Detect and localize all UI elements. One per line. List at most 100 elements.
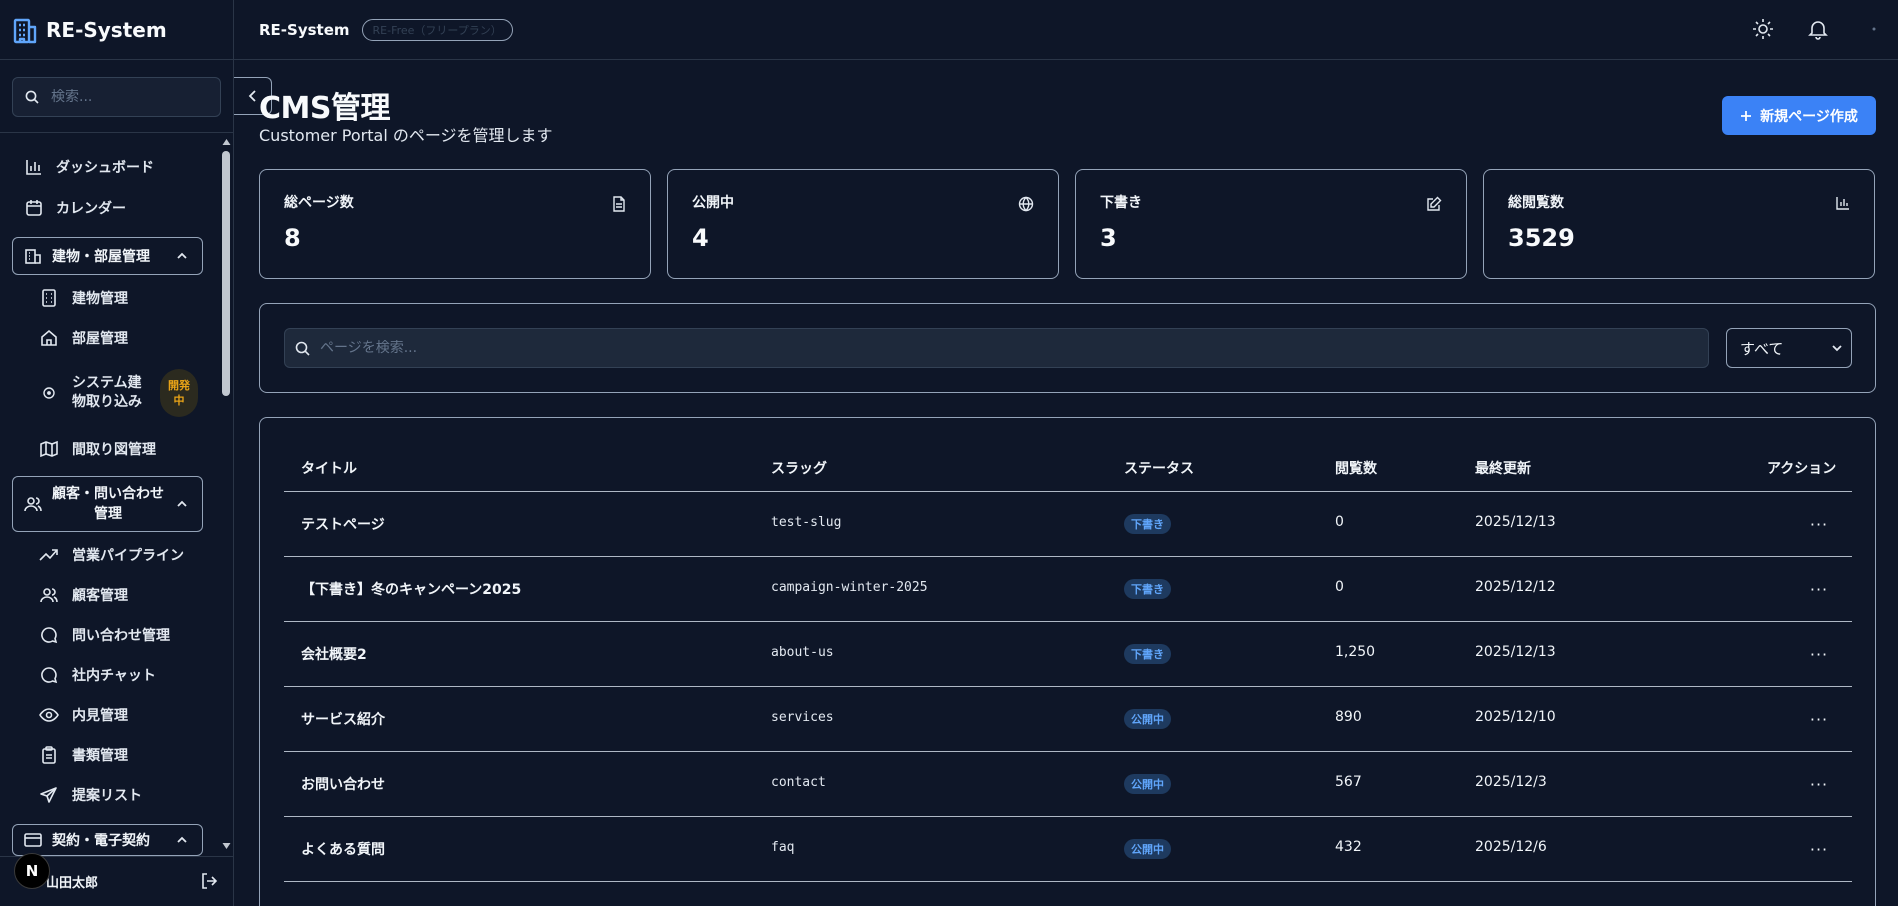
page-search[interactable] (284, 328, 1709, 368)
nav-label: 内見管理 (72, 708, 128, 724)
page-search-input[interactable] (320, 340, 1220, 356)
row-divider (284, 816, 1852, 817)
column-header-updated[interactable]: 最終更新 (1475, 458, 1531, 478)
nav-item-floorplan[interactable]: 間取り図管理 (12, 439, 207, 459)
header-divider (284, 491, 1852, 492)
logout-icon[interactable] (200, 872, 218, 890)
building-logo-icon (12, 15, 40, 45)
trending-up-icon (38, 548, 60, 562)
row-updated: 2025/12/3 (1475, 774, 1547, 790)
row-title[interactable]: お問い合わせ (301, 774, 385, 794)
nav-label: ダッシュボード (56, 160, 154, 176)
nav-group-contract[interactable]: 契約・電子契約 (12, 824, 203, 856)
status-badge: 公開中 (1124, 774, 1171, 794)
row-title[interactable]: テストページ (301, 514, 385, 534)
chevron-up-icon (176, 836, 188, 844)
nav-group-customer[interactable]: 顧客・問い合わせ 管理 (12, 476, 203, 532)
row-action-menu[interactable]: ··· (1807, 644, 1831, 664)
nav-item-system-import[interactable]: システム建 物取り込み 開発中 (12, 366, 207, 420)
sun-icon[interactable] (1752, 18, 1774, 40)
row-action-menu[interactable]: ··· (1807, 774, 1831, 794)
row-divider (284, 881, 1852, 882)
row-title[interactable]: 会社概要2 (301, 644, 367, 664)
row-views: 0 (1335, 514, 1344, 530)
sidebar-scrollbar[interactable] (219, 134, 234, 854)
row-action-menu[interactable]: ··· (1807, 514, 1831, 534)
stat-value: 4 (692, 224, 709, 252)
nav-label: 間取り図管理 (72, 442, 156, 458)
nav-item-calendar[interactable]: カレンダー (12, 198, 207, 218)
search-icon (295, 341, 310, 356)
row-divider (284, 556, 1852, 557)
globe-icon (1018, 196, 1034, 212)
stat-value: 3 (1100, 224, 1117, 252)
new-page-button[interactable]: 新規ページ作成 (1722, 96, 1876, 135)
row-divider (284, 686, 1852, 687)
nav-label-line1: システム建 (72, 375, 142, 391)
scrollbar-thumb[interactable] (222, 151, 230, 396)
nav-label: 書類管理 (72, 748, 128, 764)
bell-icon[interactable] (1807, 18, 1829, 40)
nav-group-building[interactable]: 建物・部屋管理 (12, 237, 203, 275)
nav-label: システム建 物取り込み (72, 374, 148, 412)
nav-item-pipeline[interactable]: 営業パイプライン (12, 545, 207, 565)
nav-item-room[interactable]: 部屋管理 (12, 328, 207, 348)
row-action-menu[interactable]: ··· (1807, 839, 1831, 859)
row-title[interactable]: サービス紹介 (301, 709, 385, 729)
nav-item-building[interactable]: 建物管理 (12, 288, 207, 308)
status-badge: 公開中 (1124, 839, 1171, 859)
row-updated: 2025/12/13 (1475, 514, 1556, 530)
row-title[interactable]: よくある質問 (301, 839, 385, 859)
calendar-icon (23, 199, 45, 217)
file-text-icon (612, 196, 626, 212)
nav-group-label: 建物・部屋管理 (52, 249, 150, 265)
row-updated: 2025/12/10 (1475, 709, 1556, 725)
row-title[interactable]: 【下書き】冬のキャンペーン2025 (301, 579, 521, 599)
nav-item-dashboard[interactable]: ダッシュボード (12, 157, 207, 177)
stat-card-total-pages: 総ページ数 8 (259, 169, 651, 279)
nav-item-documents[interactable]: 書類管理 (12, 745, 207, 765)
stat-card-total-views: 総閲覧数 3529 (1483, 169, 1875, 279)
message-circle-icon (38, 666, 60, 684)
nav-item-customers[interactable]: 顧客管理 (12, 585, 207, 605)
row-slug: campaign-winter-2025 (771, 580, 928, 595)
chevron-down-icon (1831, 342, 1843, 354)
nav-label-line2: 物取り込み (72, 394, 142, 410)
column-header-views[interactable]: 閲覧数 (1335, 458, 1377, 478)
column-header-status[interactable]: ステータス (1124, 458, 1194, 478)
row-action-menu[interactable]: ··· (1807, 579, 1831, 599)
brand[interactable]: RE-System (0, 0, 233, 60)
row-divider (284, 751, 1852, 752)
new-page-label: 新規ページ作成 (1760, 108, 1858, 125)
row-slug: about-us (771, 645, 834, 660)
next-dev-indicator[interactable]: N (14, 853, 50, 889)
row-slug: test-slug (771, 515, 842, 530)
column-header-slug[interactable]: スラッグ (771, 458, 827, 478)
row-updated: 2025/12/6 (1475, 839, 1547, 855)
status-filter-select[interactable]: すべて (1726, 328, 1852, 368)
sidebar-search-input[interactable] (51, 89, 191, 105)
column-header-title[interactable]: タイトル (301, 458, 357, 478)
nav-label: 部屋管理 (72, 331, 128, 347)
nav-group-label-line2: 管理 (94, 506, 122, 522)
message-circle-icon (38, 626, 60, 644)
chevron-up-icon (176, 500, 188, 508)
nav-item-inquiries[interactable]: 問い合わせ管理 (12, 625, 207, 645)
nav-item-viewing[interactable]: 内見管理 (12, 705, 207, 725)
chevron-up-icon (176, 252, 188, 260)
nav-item-chat[interactable]: 社内チャット (12, 665, 207, 685)
stat-card-published: 公開中 4 (667, 169, 1059, 279)
row-action-menu[interactable]: ··· (1807, 709, 1831, 729)
plan-badge: RE-Free（フリープラン） (361, 18, 513, 41)
status-badge: 下書き (1124, 644, 1171, 664)
edit-icon (1426, 196, 1442, 212)
nav-label: カレンダー (56, 201, 126, 217)
send-icon (38, 786, 60, 804)
stat-value: 3529 (1508, 224, 1575, 252)
avatar[interactable] (1871, 26, 1877, 32)
nav-group-label-line1: 顧客・問い合わせ (52, 486, 164, 502)
sidebar-search[interactable] (12, 77, 221, 117)
nav-group-label: 契約・電子契約 (52, 833, 150, 849)
nav-item-proposals[interactable]: 提案リスト (12, 785, 207, 805)
stat-label: 総ページ数 (284, 195, 354, 211)
